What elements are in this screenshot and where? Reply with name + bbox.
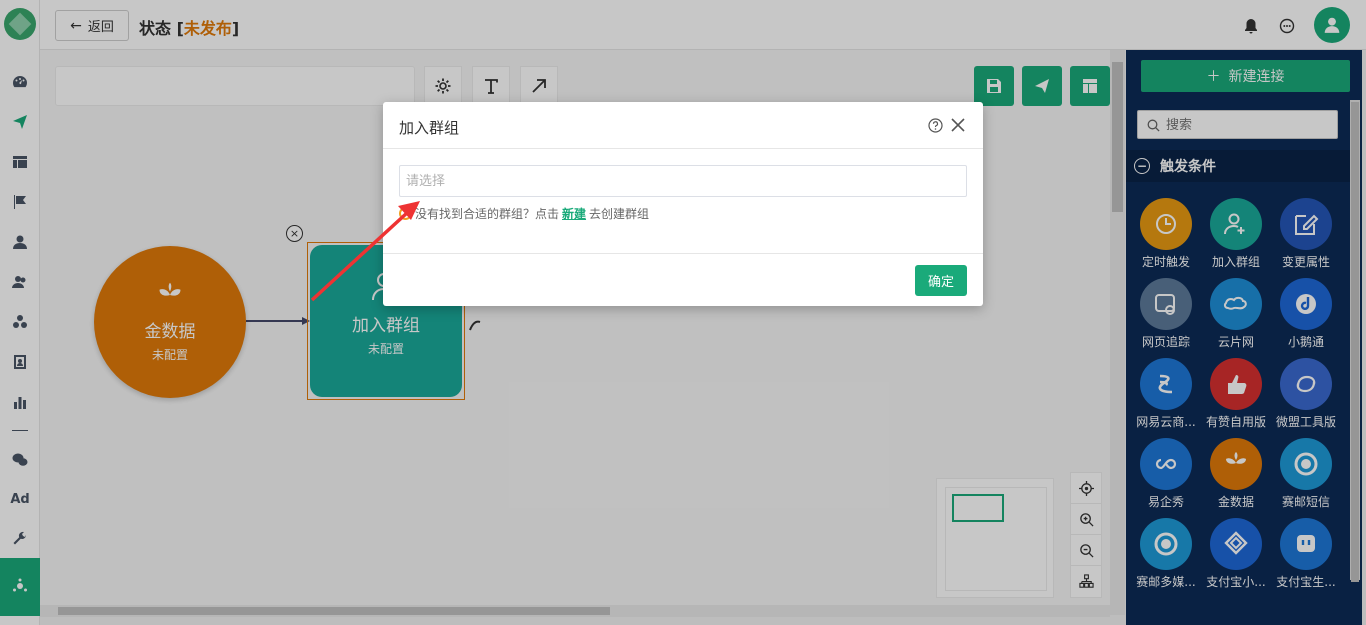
warning-icon (399, 207, 412, 220)
dialog-footer: 确定 (383, 253, 983, 306)
modal-overlay[interactable] (0, 0, 1366, 625)
join-group-dialog: 加入群组 没有找到合适的群组？点击 新建 去创建群组 确定 (383, 102, 983, 306)
confirm-button[interactable]: 确定 (915, 265, 967, 296)
hint-prefix: 没有找到合适的群组？点击 (415, 207, 560, 221)
dialog-title: 加入群组 (399, 119, 460, 137)
hint-suffix: 去创建群组 (589, 207, 650, 221)
close-icon[interactable] (950, 117, 966, 133)
create-group-link[interactable]: 新建 (562, 205, 586, 222)
create-group-hint: 没有找到合适的群组？点击 新建 去创建群组 (399, 205, 649, 222)
help-icon[interactable] (928, 118, 943, 133)
group-select[interactable] (399, 165, 967, 197)
group-select-input[interactable] (406, 172, 946, 190)
dialog-header: 加入群组 (383, 102, 983, 149)
